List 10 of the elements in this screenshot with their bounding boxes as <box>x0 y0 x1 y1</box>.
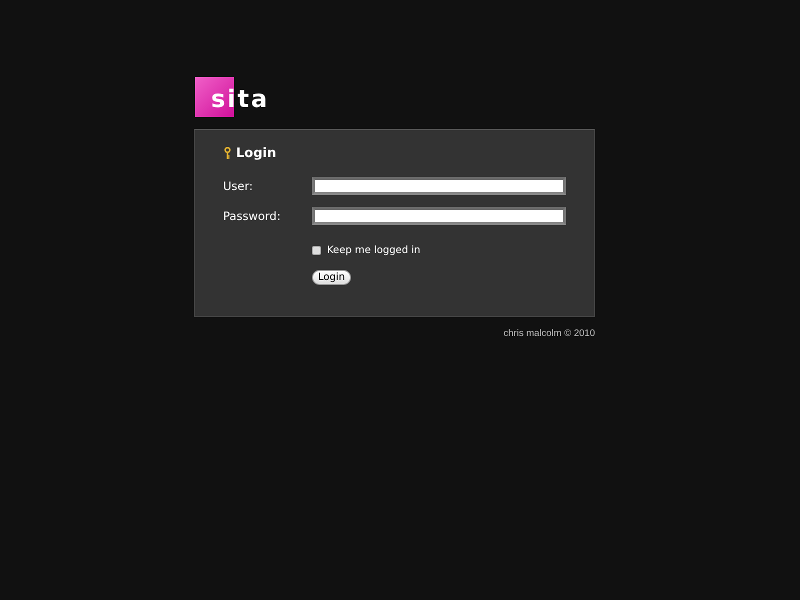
remember-checkbox[interactable] <box>312 246 321 255</box>
copyright-text: chris malcolm © 2010 <box>504 328 595 339</box>
login-heading: Login <box>236 146 276 161</box>
field-label: User: <box>223 179 254 193</box>
input-field[interactable] <box>312 207 566 225</box>
key-icon <box>224 147 231 160</box>
input-field[interactable] <box>312 177 566 195</box>
remember-label: Keep me logged in <box>327 245 420 256</box>
login-button[interactable]: Login <box>312 270 351 285</box>
field-label: Password: <box>223 209 282 223</box>
